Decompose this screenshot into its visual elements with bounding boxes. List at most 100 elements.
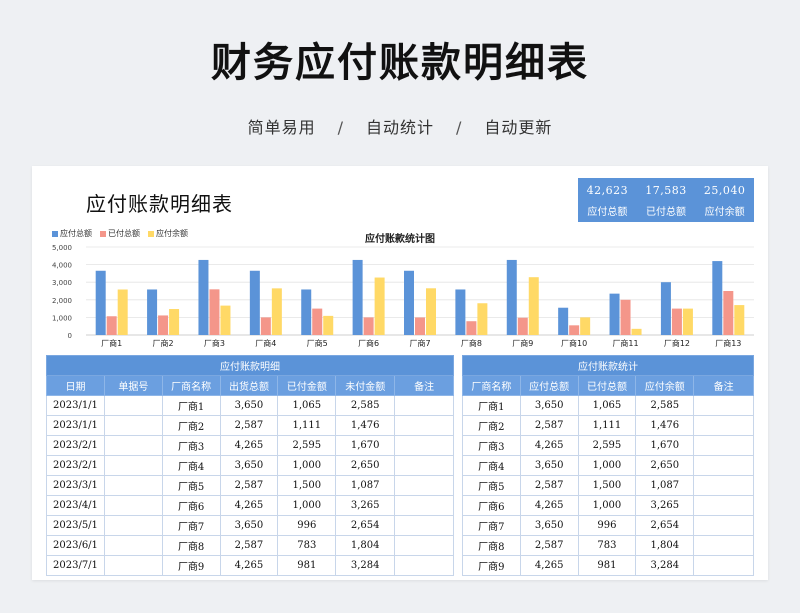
table-cell[interactable] [103,495,163,516]
table-cell[interactable]: 3,650 [519,455,579,476]
table-cell[interactable]: 厂商7 [462,515,521,536]
bar[interactable] [631,328,642,335]
table-cell[interactable]: 厂商1 [462,395,521,416]
bar[interactable] [528,277,539,335]
table-cell[interactable] [394,395,454,416]
bar[interactable] [106,316,117,335]
table-cell[interactable]: 厂商5 [161,475,221,496]
table-cell[interactable]: 厂商9 [161,555,221,576]
table-cell[interactable] [103,515,163,536]
table-cell[interactable] [394,515,454,536]
bar[interactable] [477,303,488,335]
table-cell[interactable]: 1,000 [577,495,637,516]
table-cell[interactable]: 3,284 [335,555,396,576]
table-cell[interactable]: 厂商2 [462,415,521,436]
table-cell[interactable]: 2,650 [335,455,396,476]
bar[interactable] [569,325,580,335]
bar[interactable] [209,289,220,335]
bar[interactable] [671,308,682,335]
table-cell[interactable]: 1,065 [277,395,337,416]
bar[interactable] [734,305,745,335]
table-cell[interactable]: 厂商8 [462,535,521,556]
table-cell[interactable]: 2,650 [635,455,695,476]
table-cell[interactable]: 1,087 [635,475,695,496]
table-cell[interactable]: 1,065 [577,395,637,416]
table-cell[interactable] [103,455,163,476]
table-cell[interactable]: 2023/4/1 [46,495,105,516]
table-cell[interactable] [693,395,754,416]
table-cell[interactable]: 2,595 [577,435,637,456]
table-cell[interactable] [103,415,163,436]
table-cell[interactable] [103,435,163,456]
bar[interactable] [260,317,271,335]
bar[interactable] [426,288,436,335]
table-cell[interactable] [693,455,754,476]
bar[interactable] [220,305,231,335]
table-cell[interactable]: 2,585 [335,395,396,416]
table-cell[interactable]: 厂商4 [161,455,221,476]
table-cell[interactable]: 2023/1/1 [46,415,105,436]
bar[interactable] [198,259,209,335]
summary-total-payable[interactable]: 42,623 应付总额 [578,178,637,222]
table-cell[interactable]: 2023/3/1 [46,475,105,496]
bar[interactable] [455,289,466,335]
table-cell[interactable]: 2,587 [519,535,579,556]
table-cell[interactable]: 2023/2/1 [46,455,105,476]
table-cell[interactable]: 2,585 [635,395,695,416]
bar[interactable] [363,317,374,335]
bar[interactable] [147,289,158,335]
table-cell[interactable]: 2023/1/1 [46,395,105,416]
bar[interactable] [352,259,363,335]
bar[interactable] [580,317,591,335]
bar[interactable] [271,288,282,335]
table-cell[interactable] [693,415,754,436]
table-cell[interactable] [693,435,754,456]
summary-total-paid[interactable]: 17,583 已付总额 [637,178,696,222]
table-cell[interactable] [103,535,163,556]
table-cell[interactable]: 1,111 [277,415,337,436]
table-cell[interactable] [693,515,754,536]
bar[interactable] [301,289,312,335]
bar[interactable] [404,270,414,335]
table-cell[interactable]: 厂商3 [462,435,521,456]
summary-balance[interactable]: 25,040 应付余额 [695,178,754,222]
bar[interactable] [117,289,128,335]
table-cell[interactable]: 2,595 [277,435,337,456]
bar[interactable] [95,270,106,335]
bar[interactable] [712,261,723,335]
table-cell[interactable] [394,535,454,556]
table-cell[interactable] [103,555,163,576]
table-cell[interactable]: 2,587 [519,475,579,496]
bar[interactable] [609,293,620,335]
table-cell[interactable] [394,495,454,516]
bar[interactable] [466,321,477,335]
table-cell[interactable]: 2023/5/1 [46,515,105,536]
bar[interactable] [682,308,693,335]
table-cell[interactable]: 2,654 [635,515,695,536]
table-cell[interactable]: 3,650 [519,395,579,416]
table-cell[interactable]: 1,000 [277,455,337,476]
bar[interactable] [249,270,260,335]
table-cell[interactable]: 4,265 [519,495,579,516]
table-cell[interactable]: 1,804 [335,535,396,556]
table-cell[interactable] [693,495,754,516]
table-cell[interactable]: 1,804 [635,535,695,556]
table-cell[interactable]: 1,000 [577,455,637,476]
table-cell[interactable]: 3,284 [635,555,695,576]
bar[interactable] [323,315,334,335]
table-cell[interactable]: 1,476 [335,415,396,436]
bar[interactable] [374,277,385,335]
table-cell[interactable] [394,415,454,436]
table-cell[interactable]: 2023/7/1 [46,555,105,576]
bar[interactable] [723,291,734,335]
table-cell[interactable]: 厂商2 [161,415,221,436]
table-cell[interactable]: 1,670 [335,435,396,456]
table-cell[interactable]: 3,650 [219,455,279,476]
table-cell[interactable]: 4,265 [219,495,279,516]
table-cell[interactable]: 厂商6 [161,495,221,516]
table-cell[interactable]: 4,265 [219,555,279,576]
table-cell[interactable]: 3,650 [219,395,279,416]
table-cell[interactable]: 996 [577,515,637,536]
table-cell[interactable]: 3,265 [635,495,695,516]
bar[interactable] [312,308,323,335]
